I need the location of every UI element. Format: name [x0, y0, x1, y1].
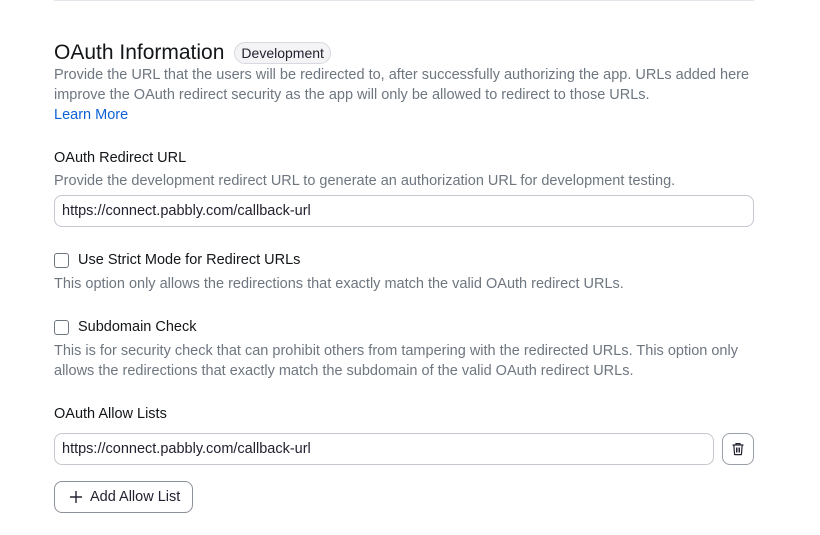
strict-mode-checkbox[interactable] — [54, 252, 69, 268]
top-divider — [54, 0, 754, 1]
redirect-url-label: OAuth Redirect URL — [54, 150, 187, 166]
add-allow-list-label: Add Allow List — [90, 489, 181, 505]
section-header: OAuth Information Development — [54, 38, 331, 68]
allow-list-input[interactable]: https://connect.pabbly.com/callback-url — [54, 433, 714, 465]
trash-icon — [732, 443, 744, 456]
subdomain-check-description: This is for security check that can proh… — [54, 343, 738, 379]
plus-icon — [70, 491, 82, 503]
strict-mode-label[interactable]: Use Strict Mode for Redirect URLs — [78, 252, 300, 268]
section-description: Provide the URL that the users will be r… — [54, 67, 750, 103]
strict-mode-row[interactable]: Use Strict Mode for Redirect URLs — [54, 252, 300, 268]
subdomain-check-row[interactable]: Subdomain Check — [54, 319, 197, 335]
add-allow-list-button[interactable]: Add Allow List — [54, 481, 194, 513]
environment-badge: Development — [234, 42, 331, 64]
subdomain-check-checkbox[interactable] — [54, 319, 69, 335]
subdomain-check-label[interactable]: Subdomain Check — [78, 319, 197, 335]
allow-lists-label: OAuth Allow Lists — [54, 406, 167, 422]
redirect-url-input[interactable]: https://connect.pabbly.com/callback-url — [54, 195, 754, 227]
redirect-url-description: Provide the development redirect URL to … — [54, 173, 676, 189]
strict-mode-description: This option only allows the redirections… — [54, 276, 624, 292]
section-title: OAuth Information — [54, 41, 225, 64]
allow-list-value: https://connect.pabbly.com/callback-url — [62, 441, 311, 457]
delete-allow-list-button[interactable] — [722, 433, 754, 465]
learn-more-link[interactable]: Learn More — [54, 105, 128, 125]
section-description-block: Provide the URL that the users will be r… — [54, 65, 754, 125]
redirect-url-value: https://connect.pabbly.com/callback-url — [62, 203, 311, 219]
